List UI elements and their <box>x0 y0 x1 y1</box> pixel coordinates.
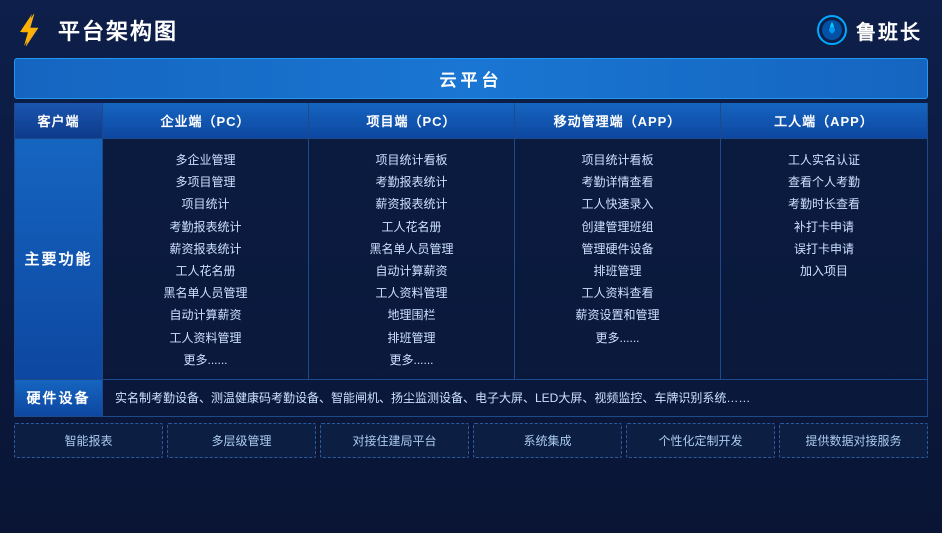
list-item: 补打卡申请 <box>729 216 919 238</box>
header-left: 平台架构图 <box>12 12 178 48</box>
list-item: 项目统计看板 <box>523 149 712 171</box>
list-item: 黑名单人员管理 <box>317 238 506 260</box>
list-item: 工人实名认证 <box>729 149 919 171</box>
bottom-item-5: 提供数据对接服务 <box>779 423 928 458</box>
bottom-row: 智能报表 多层级管理 对接住建局平台 系统集成 个性化定制开发 提供数据对接服务 <box>14 423 928 458</box>
list-item: 创建管理班组 <box>523 216 712 238</box>
mobile-features-col: 项目统计看板 考勤详情查看 工人快速录入 创建管理班组 管理硬件设备 排班管理 … <box>515 139 721 379</box>
enterprise-features-col: 多企业管理 多项目管理 项目统计 考勤报表统计 薪资报表统计 工人花名册 黑名单… <box>103 139 309 379</box>
list-item: 考勤报表统计 <box>317 171 506 193</box>
hardware-content: 实名制考勤设备、测温健康码考勤设备、智能闸机、扬尘监测设备、电子大屏、LED大屏… <box>103 380 927 416</box>
list-item: 查看个人考勤 <box>729 171 919 193</box>
hardware-row: 硬件设备 实名制考勤设备、测温健康码考勤设备、智能闸机、扬尘监测设备、电子大屏、… <box>14 380 928 417</box>
col-header-client: 客户端 <box>15 103 103 138</box>
worker-features-col: 工人实名认证 查看个人考勤 考勤时长查看 补打卡申请 误打卡申请 加入项目 <box>721 139 927 379</box>
list-item: 多企业管理 <box>111 149 300 171</box>
list-item: 更多...... <box>111 349 300 371</box>
cloud-banner: 云平台 <box>14 58 928 99</box>
list-item: 考勤报表统计 <box>111 216 300 238</box>
brand-right: 鲁班长 <box>816 14 922 46</box>
list-item: 更多...... <box>317 349 506 371</box>
list-item: 多项目管理 <box>111 171 300 193</box>
list-item: 管理硬件设备 <box>523 238 712 260</box>
list-item: 黑名单人员管理 <box>111 282 300 304</box>
brand-logo-icon <box>816 14 848 46</box>
list-item: 自动计算薪资 <box>317 260 506 282</box>
page: 平台架构图 鲁班长 云平台 客户端 企业端（PC） 项目端（PC） 移动管理端（… <box>0 0 942 533</box>
hardware-label: 硬件设备 <box>15 380 103 416</box>
list-item: 考勤时长查看 <box>729 193 919 215</box>
list-item: 更多...... <box>523 327 712 349</box>
list-item: 考勤详情查看 <box>523 171 712 193</box>
header-title: 平台架构图 <box>58 14 178 46</box>
bottom-item-2: 对接住建局平台 <box>320 423 469 458</box>
bottom-item-1: 多层级管理 <box>167 423 316 458</box>
list-item: 工人花名册 <box>111 260 300 282</box>
main-content: 云平台 客户端 企业端（PC） 项目端（PC） 移动管理端（APP） 工人端（A… <box>0 58 942 468</box>
brand-name: 鲁班长 <box>856 16 922 45</box>
bottom-item-3: 系统集成 <box>473 423 622 458</box>
list-item: 自动计算薪资 <box>111 304 300 326</box>
col-header-worker: 工人端（APP） <box>721 103 927 138</box>
list-item: 加入项目 <box>729 260 919 282</box>
project-features-col: 项目统计看板 考勤报表统计 薪资报表统计 工人花名册 黑名单人员管理 自动计算薪… <box>309 139 515 379</box>
list-item: 项目统计看板 <box>317 149 506 171</box>
list-item: 薪资报表统计 <box>111 238 300 260</box>
features-row: 主要功能 多企业管理 多项目管理 项目统计 考勤报表统计 薪资报表统计 工人花名… <box>14 139 928 380</box>
logo-icon <box>12 12 48 48</box>
col-header-enterprise: 企业端（PC） <box>103 103 309 138</box>
list-item: 排班管理 <box>523 260 712 282</box>
list-item: 排班管理 <box>317 327 506 349</box>
header: 平台架构图 鲁班长 <box>0 0 942 58</box>
bottom-item-4: 个性化定制开发 <box>626 423 775 458</box>
bottom-item-0: 智能报表 <box>14 423 163 458</box>
column-headers: 客户端 企业端（PC） 项目端（PC） 移动管理端（APP） 工人端（APP） <box>14 103 928 139</box>
list-item: 地理围栏 <box>317 304 506 326</box>
list-item: 项目统计 <box>111 193 300 215</box>
col-header-mobile: 移动管理端（APP） <box>515 103 721 138</box>
list-item: 工人资料查看 <box>523 282 712 304</box>
features-label: 主要功能 <box>15 139 103 379</box>
list-item: 工人花名册 <box>317 216 506 238</box>
list-item: 薪资报表统计 <box>317 193 506 215</box>
col-header-project: 项目端（PC） <box>309 103 515 138</box>
list-item: 工人资料管理 <box>317 282 506 304</box>
list-item: 工人资料管理 <box>111 327 300 349</box>
list-item: 工人快速录入 <box>523 193 712 215</box>
list-item: 薪资设置和管理 <box>523 304 712 326</box>
list-item: 误打卡申请 <box>729 238 919 260</box>
